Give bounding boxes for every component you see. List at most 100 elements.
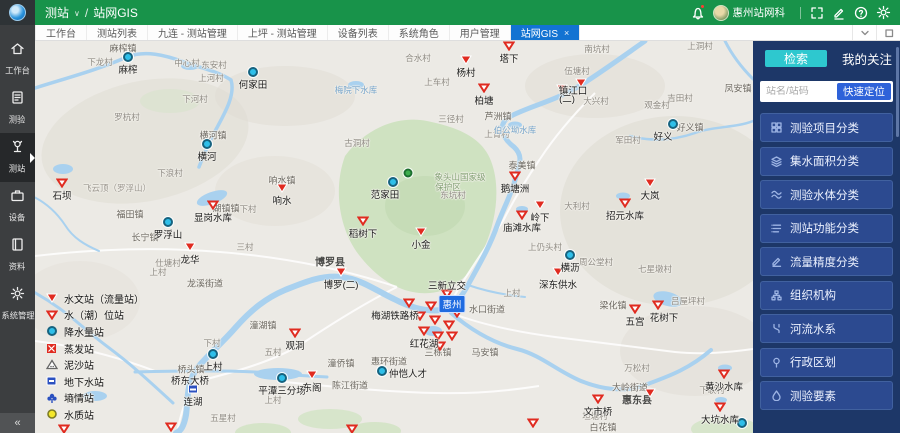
station-marker-level[interactable]	[418, 326, 430, 336]
station-marker-level[interactable]	[629, 304, 641, 314]
tab-item-2[interactable]: 九连 - 测站管理	[148, 25, 238, 40]
station-marker-level[interactable]	[207, 200, 219, 210]
tab-item-0[interactable]: 工作台	[35, 25, 87, 40]
notification-bell-icon[interactable]	[687, 0, 709, 25]
breadcrumb-app[interactable]: 测站	[45, 4, 69, 21]
station-marker-level[interactable]	[652, 300, 664, 310]
category-button-6[interactable]: 河流水系	[760, 314, 893, 343]
tab-item-1[interactable]: 测站列表	[87, 25, 148, 40]
panel-scrollbar[interactable]	[896, 47, 899, 137]
tab-my-follow[interactable]: 我的关注	[842, 49, 892, 68]
quick-locate-button[interactable]: 快速定位	[837, 83, 891, 100]
station-marker-level[interactable]	[619, 198, 631, 208]
station-marker-hydro[interactable]	[460, 55, 472, 65]
station-marker-level[interactable]	[56, 178, 68, 188]
category-button-5[interactable]: 组织机构	[760, 281, 893, 310]
tabs-chevron-down-icon[interactable]	[852, 25, 876, 40]
app-logo[interactable]	[0, 0, 35, 25]
station-marker-level[interactable]	[425, 301, 437, 311]
sidebar-item-0[interactable]: 工作台	[0, 35, 35, 84]
fullscreen-icon[interactable]	[806, 0, 828, 25]
station-marker-hydro[interactable]	[415, 227, 427, 237]
station-marker-level[interactable]	[503, 41, 515, 51]
station-label: 招元水库	[606, 208, 644, 222]
station-marker-level[interactable]	[357, 216, 369, 226]
station-marker-hydro[interactable]	[335, 267, 347, 277]
station-marker-hydro[interactable]	[534, 200, 546, 210]
category-button-8[interactable]: 测验要素	[760, 381, 893, 410]
category-button-2[interactable]: 测验水体分类	[760, 180, 893, 209]
avatar[interactable]	[713, 5, 729, 21]
map-label-town: 水口街道	[469, 303, 505, 316]
category-button-0[interactable]: 测验项目分类	[760, 113, 893, 142]
station-marker-level[interactable]	[509, 171, 521, 181]
station-marker-green[interactable]	[404, 169, 413, 178]
station-marker-rain[interactable]	[565, 250, 575, 260]
category-button-7[interactable]: 行政区划	[760, 348, 893, 377]
tabs-restore-icon[interactable]	[876, 25, 900, 40]
edit-icon[interactable]	[828, 0, 850, 25]
station-marker-level[interactable]	[446, 331, 458, 341]
station-marker-hydro[interactable]	[644, 388, 656, 398]
tab-item-3[interactable]: 上坪 - 测站管理	[238, 25, 328, 40]
station-marker-level[interactable]	[165, 422, 177, 432]
sidebar-item-1[interactable]: 测验	[0, 84, 35, 133]
station-marker-level[interactable]	[718, 369, 730, 379]
sidebar-item-4[interactable]: 资料	[0, 231, 35, 280]
station-label: 深东供水	[539, 277, 577, 291]
map-label-village: 上车村	[424, 76, 450, 88]
category-button-1[interactable]: 集水面积分类	[760, 147, 893, 176]
station-marker-level[interactable]	[429, 315, 441, 325]
chevron-down-icon[interactable]: ∨	[74, 9, 80, 18]
station-marker-level[interactable]	[516, 210, 528, 220]
station-marker-level[interactable]	[714, 402, 726, 412]
selected-station-chip[interactable]: 惠州	[438, 295, 465, 313]
map-label-town: 凤安镇	[724, 82, 751, 95]
station-marker-rain[interactable]	[202, 139, 212, 149]
station-marker-level[interactable]	[58, 424, 70, 433]
station-marker-level[interactable]	[478, 83, 490, 93]
tab-item-6[interactable]: 用户管理	[450, 25, 511, 40]
station-marker-level[interactable]	[346, 424, 358, 433]
username[interactable]: 惠州站网科	[733, 5, 786, 20]
map-canvas[interactable]: 水文站（流量站）水（潮）位站降水量站蒸发站泥沙站地下水站墒情站水质站 麻榨镇下龙…	[35, 41, 753, 433]
station-marker-level[interactable]	[403, 298, 415, 308]
station-marker-level[interactable]	[443, 320, 455, 330]
station-marker-level[interactable]	[592, 394, 604, 404]
evap-station-icon	[45, 343, 58, 354]
category-button-4[interactable]: 流量精度分类	[760, 247, 893, 276]
station-marker-rain[interactable]	[248, 67, 258, 77]
category-button-3[interactable]: 测站功能分类	[760, 214, 893, 243]
station-marker-hydro[interactable]	[276, 183, 288, 193]
drop-icon	[771, 390, 782, 401]
legend-row-3: 蒸发站	[45, 340, 144, 357]
station-marker-level[interactable]	[527, 418, 539, 428]
station-marker-rain[interactable]	[668, 119, 678, 129]
tab-search[interactable]: 检索	[765, 50, 827, 67]
sidebar-item-3[interactable]: 设备	[0, 182, 35, 231]
tab-item-4[interactable]: 设备列表	[328, 25, 389, 40]
station-marker-rain[interactable]	[388, 177, 398, 187]
map-label-village: 下龙村	[87, 56, 113, 68]
sidebar-item-2[interactable]: 测站	[0, 133, 35, 182]
sidebar-item-5[interactable]: 系统管理	[0, 280, 35, 329]
station-marker-rain[interactable]	[163, 217, 173, 227]
help-icon[interactable]	[850, 0, 872, 25]
tab-item-5[interactable]: 系统角色	[389, 25, 450, 40]
station-marker-rain[interactable]	[208, 349, 218, 359]
station-label: 连湖	[183, 394, 202, 408]
station-marker-hydro[interactable]	[306, 370, 318, 380]
category-label: 测验项目分类	[790, 120, 859, 136]
station-search-input[interactable]	[762, 86, 837, 97]
sidebar-collapse-button[interactable]: «	[0, 413, 35, 433]
station-marker-rain[interactable]	[277, 373, 287, 383]
station-marker-level[interactable]	[289, 328, 301, 338]
tab-item-active[interactable]: 站网GIS×	[511, 25, 581, 40]
station-marker-hydro[interactable]	[644, 178, 656, 188]
station-marker-hydro[interactable]	[184, 242, 196, 252]
station-marker-rain[interactable]	[377, 366, 387, 376]
close-icon[interactable]: ×	[564, 28, 569, 38]
category-label: 测站功能分类	[790, 220, 859, 236]
settings-gear-icon[interactable]	[872, 0, 894, 25]
station-marker-rain[interactable]	[123, 52, 133, 62]
